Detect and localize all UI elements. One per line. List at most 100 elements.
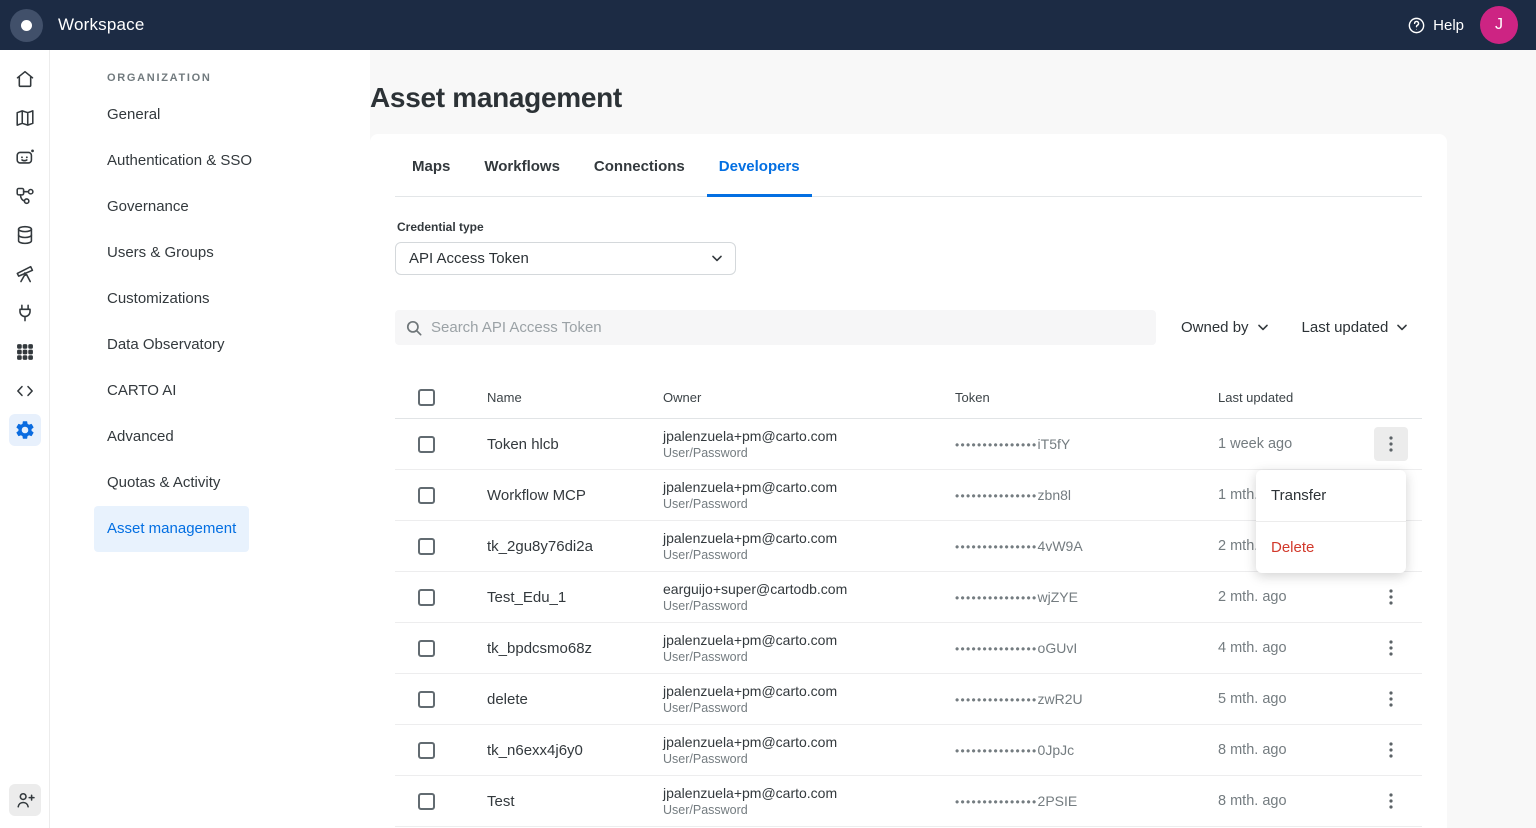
app-title: Workspace: [58, 15, 145, 34]
applications-icon[interactable]: [9, 336, 41, 368]
chevron-down-icon: [1397, 324, 1408, 331]
credential-type-value: API Access Token: [409, 250, 529, 267]
token-mask: •••••••••••••••: [955, 744, 1038, 758]
column-header-token: Token: [955, 389, 990, 405]
token-name: delete: [487, 690, 528, 708]
owner-email: earguijo+super@cartodb.com: [663, 581, 848, 597]
owned-by-label: Owned by: [1181, 319, 1249, 336]
help-icon: [1408, 17, 1425, 33]
sidebar-item-data-observatory[interactable]: Data Observatory: [94, 322, 238, 368]
menu-item-delete[interactable]: Delete: [1256, 522, 1406, 573]
token-suffix: zbn8l: [1037, 487, 1071, 503]
owner-email: jpalenzuela+pm@carto.com: [663, 479, 838, 495]
table-row: Token hlcb jpalenzuela+pm@carto.com User/…: [395, 419, 1422, 573]
tab-bar: Maps Workflows Connections Developers: [395, 134, 1422, 197]
credential-type-label: Credential type: [397, 220, 484, 234]
owned-by-filter[interactable]: Owned by: [1181, 319, 1268, 336]
column-header-last-updated: Last updated: [1218, 389, 1294, 405]
table-row: Test jpalenzuela+pm@carto.com User/Passwo…: [395, 776, 1422, 827]
column-header-owner: Owner: [663, 389, 702, 405]
row-checkbox[interactable]: [418, 435, 435, 453]
invite-user-icon[interactable]: [8, 784, 41, 816]
credential-kind: User/Password: [663, 548, 748, 562]
token-mask: •••••••••••••••: [955, 693, 1038, 707]
workflows-icon[interactable]: [9, 180, 41, 212]
help-button[interactable]: Help: [1407, 16, 1464, 35]
table-row: delete jpalenzuela+pm@carto.com User/Pass…: [395, 674, 1422, 725]
search-box[interactable]: [395, 310, 1156, 345]
sidebar-item-advanced[interactable]: Advanced: [94, 414, 187, 460]
select-all-checkbox[interactable]: [418, 388, 435, 406]
sidebar-section-title: ORGANIZATION: [107, 72, 212, 84]
last-updated-value: 5 mth. ago: [1218, 691, 1287, 707]
token-mask: •••••••••••••••: [955, 591, 1038, 605]
tab-developers[interactable]: Developers: [706, 134, 812, 197]
sidebar-item-authentication-sso[interactable]: Authentication & SSO: [94, 138, 265, 184]
sidebar-item-governance[interactable]: Governance: [94, 184, 202, 230]
settings-sidebar: ORGANIZATION General Authentication & SS…: [50, 50, 370, 828]
credential-kind: User/Password: [663, 446, 748, 460]
token-suffix: 0JpJc: [1037, 742, 1075, 758]
table-row: tk_n6exx4j6y0 jpalenzuela+pm@carto.com Us…: [395, 725, 1422, 776]
row-checkbox[interactable]: [418, 690, 435, 708]
developers-icon[interactable]: [9, 375, 41, 407]
column-header-name: Name: [487, 389, 522, 405]
chevron-down-icon: [712, 255, 722, 262]
search-input[interactable]: [431, 319, 1145, 336]
row-actions-button[interactable]: [1374, 631, 1408, 665]
tab-connections[interactable]: Connections: [582, 134, 697, 197]
table-header: Name Owner Token Last updated: [395, 376, 1422, 419]
credential-kind: User/Password: [663, 599, 748, 613]
owner-email: jpalenzuela+pm@carto.com: [663, 683, 838, 699]
row-checkbox[interactable]: [418, 537, 435, 555]
help-label: Help: [1433, 16, 1464, 34]
row-checkbox[interactable]: [418, 741, 435, 759]
token-name: tk_n6exx4j6y0: [487, 741, 583, 759]
row-actions-button[interactable]: [1374, 733, 1408, 767]
workspace-logo-icon[interactable]: [10, 8, 43, 42]
owner-email: jpalenzuela+pm@carto.com: [663, 530, 838, 546]
table-row: tk_bpdcsmo68z jpalenzuela+pm@carto.com Us…: [395, 623, 1422, 674]
menu-item-transfer[interactable]: Transfer: [1256, 470, 1406, 521]
sidebar-item-asset-management[interactable]: Asset management: [94, 506, 250, 552]
sidebar-item-users-groups[interactable]: Users & Groups: [94, 230, 227, 276]
last-updated-value: 8 mth. ago: [1218, 742, 1287, 758]
row-checkbox[interactable]: [418, 639, 435, 657]
row-checkbox[interactable]: [418, 588, 435, 606]
owner-email: jpalenzuela+pm@carto.com: [663, 428, 838, 444]
token-mask: •••••••••••••••: [955, 489, 1038, 503]
connections-icon[interactable]: [9, 297, 41, 329]
sidebar-item-quotas-activity[interactable]: Quotas & Activity: [94, 460, 233, 506]
token-suffix: wjZYE: [1037, 589, 1078, 605]
credential-type-select[interactable]: API Access Token: [395, 242, 736, 275]
tab-maps[interactable]: Maps: [400, 134, 462, 197]
token-mask: •••••••••••••••: [955, 540, 1038, 554]
last-updated-filter[interactable]: Last updated: [1302, 319, 1408, 336]
row-actions-button[interactable]: [1374, 784, 1408, 818]
token-name: tk_2gu8y76di2a: [487, 537, 593, 555]
owner-email: jpalenzuela+pm@carto.com: [663, 632, 838, 648]
data-explorer-icon[interactable]: [9, 219, 41, 251]
row-actions-button[interactable]: [1374, 427, 1408, 461]
sidebar-item-carto-ai[interactable]: CARTO AI: [94, 368, 189, 414]
credential-kind: User/Password: [663, 752, 748, 766]
sidebar-item-customizations[interactable]: Customizations: [94, 276, 223, 322]
settings-icon[interactable]: [8, 414, 41, 446]
data-observatory-icon[interactable]: [9, 258, 41, 290]
last-updated-value: 4 mth. ago: [1218, 640, 1287, 656]
page-title: Asset management: [370, 82, 622, 113]
tab-workflows[interactable]: Workflows: [472, 134, 572, 197]
sidebar-item-general[interactable]: General: [94, 92, 173, 138]
row-actions-button[interactable]: [1374, 580, 1408, 614]
row-actions-button[interactable]: [1374, 682, 1408, 716]
ai-agents-icon[interactable]: [9, 141, 41, 173]
row-checkbox[interactable]: [418, 792, 435, 810]
user-avatar[interactable]: J: [1480, 6, 1518, 44]
home-icon[interactable]: [9, 63, 41, 95]
row-checkbox[interactable]: [418, 486, 435, 504]
token-name: tk_bpdcsmo68z: [487, 639, 593, 657]
maps-icon[interactable]: [9, 102, 41, 134]
tokens-table: Name Owner Token Last updated Token hlcb…: [395, 376, 1422, 827]
logo-dot: [21, 19, 32, 31]
token-suffix: iT5fY: [1037, 436, 1071, 452]
